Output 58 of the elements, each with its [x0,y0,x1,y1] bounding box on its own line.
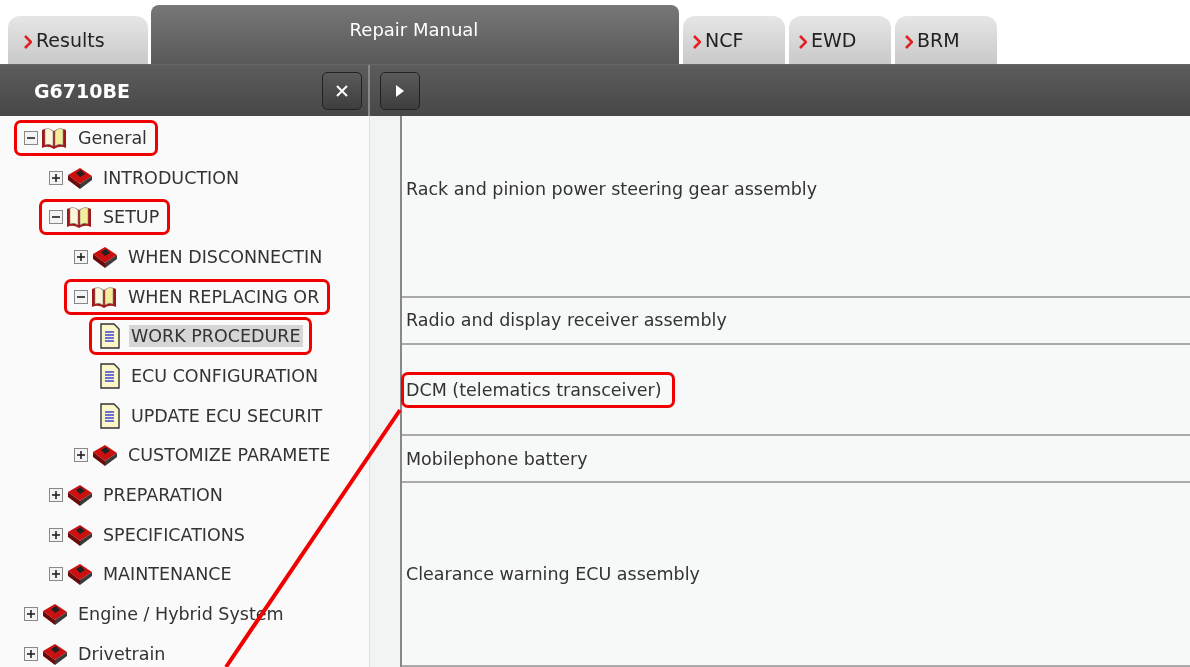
part-name[interactable]: Rack and pinion power steering gear assembly [401,171,831,207]
book-icon [65,562,93,587]
part-name[interactable]: Radio and display receiver assembly [401,302,740,339]
part-name[interactable]: Mobilephone battery [401,440,601,477]
expand-icon[interactable] [24,646,38,661]
collapse-icon[interactable] [74,289,88,304]
document-icon [99,402,121,429]
expand-icon[interactable] [74,448,88,463]
tab[interactable]: BRM [895,16,997,64]
book-icon [65,165,93,190]
expand-icon[interactable] [49,567,63,582]
tree-item[interactable]: Drivetrain [76,642,168,665]
chevron-icon [24,34,32,49]
open-book-icon [65,205,93,230]
collapse-icon[interactable] [24,130,38,145]
tree-item[interactable]: General [76,126,149,149]
close-icon [335,83,349,98]
expand-button[interactable] [380,71,420,110]
tab[interactable]: EWD [789,16,891,64]
tree-item[interactable]: CUSTOMIZE PARAMETE [126,444,333,467]
expand-icon[interactable] [24,607,38,622]
chevron-icon [799,34,807,49]
chevron-icon [905,34,913,49]
tab[interactable]: Repair Manual [151,5,679,64]
part-name[interactable]: DCM (telematics transceiver) [401,371,675,408]
tree-item[interactable]: WHEN REPLACING OR [126,285,322,308]
tree-item[interactable]: WORK PROCEDURE [129,325,303,348]
expand-icon[interactable] [49,527,63,542]
open-book-icon [40,125,68,150]
tree-item[interactable]: INTRODUCTION [101,166,242,189]
tab[interactable]: NCF [683,16,785,64]
part-name[interactable]: Clearance warning ECU assembly [401,555,713,592]
tree-item[interactable]: PREPARATION [101,484,225,507]
tree-item[interactable]: SPECIFICATIONS [101,523,247,546]
expand-icon[interactable] [74,249,88,264]
book-icon [90,244,118,269]
close-button[interactable] [322,71,362,110]
panel-title: G6710BE [34,79,130,102]
book-icon [90,443,118,468]
collapse-icon[interactable] [49,210,63,225]
splitter-bar[interactable] [370,116,402,667]
tree-item[interactable]: ECU CONFIGURATION [129,364,321,387]
expand-icon[interactable] [49,170,63,185]
document-icon [99,362,121,389]
chevron-icon [693,34,701,49]
tree-item[interactable]: SETUP [101,206,162,229]
book-icon [40,602,68,627]
expand-icon[interactable] [49,488,63,503]
tree-item[interactable]: WHEN DISCONNECTIN [126,245,325,268]
book-icon [40,641,68,666]
open-book-icon [90,284,118,309]
tree-item[interactable]: UPDATE ECU SECURIT [129,404,325,427]
tab[interactable]: Results [8,16,148,64]
book-icon [65,483,93,508]
document-icon [99,323,121,350]
book-icon [65,522,93,547]
tree-item[interactable]: MAINTENANCE [101,563,234,586]
play-icon [395,83,405,98]
